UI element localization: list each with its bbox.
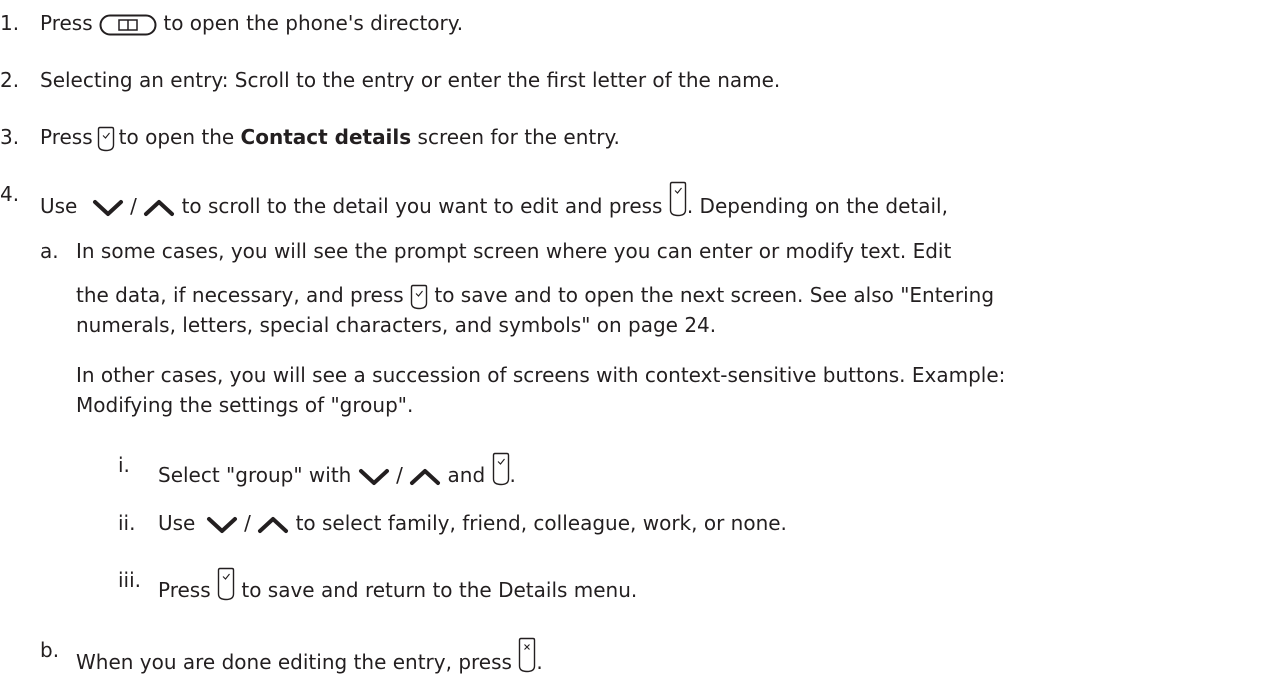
up-arrow-icon <box>409 468 441 486</box>
down-arrow-icon <box>358 468 390 486</box>
step-4-text-a: Use <box>40 194 78 218</box>
slash: / <box>244 511 251 535</box>
up-arrow-icon <box>257 516 289 534</box>
ok-key-icon <box>669 181 687 217</box>
directory-key-icon <box>99 14 157 36</box>
roman-ii-text-b: to select family, friend, colleague, wor… <box>295 511 787 535</box>
down-arrow-icon <box>206 516 238 534</box>
sub-item-letter: b. <box>40 638 60 662</box>
sub-a-line-2a: the data, if necessary, and press <box>76 283 404 307</box>
sub-item-letter: a. <box>40 239 59 263</box>
roman-i-text: Select "group" with / and . <box>158 452 516 488</box>
sub-a-line-2b: to save and to open the next screen. See… <box>434 283 995 307</box>
ok-key-icon <box>492 452 510 486</box>
slash: / <box>396 463 403 487</box>
roman-iii-text-a: Press <box>158 578 211 602</box>
sub-a-line-5: Modifying the settings of "group". <box>76 393 414 417</box>
roman-i-text-b: and <box>447 463 486 487</box>
roman-number: iii. <box>118 568 142 592</box>
sub-a-line-4: In other cases, you will see a successio… <box>76 363 1006 387</box>
roman-i-text-a: Select "group" with <box>158 463 352 487</box>
step-number: 4. <box>0 182 20 206</box>
step-1-text-b: to open the phone's directory. <box>163 11 464 35</box>
ok-key-icon <box>97 126 115 152</box>
roman-ii-text: Use / to select family, friend, colleagu… <box>158 510 787 536</box>
roman-iii-text: Press to save and return to the Details … <box>158 567 637 603</box>
step-3-text-c: screen for the entry. <box>417 125 620 149</box>
step-1-text-a: Press <box>40 11 93 35</box>
sub-a-line-2: the data, if necessary, and press to sav… <box>76 282 994 310</box>
step-number: 3. <box>0 125 20 149</box>
step-1-text: Press to open the phone's directory. <box>40 10 463 36</box>
step-4-text: Use / to scroll to the detail you want t… <box>40 181 948 219</box>
ok-key-icon <box>217 567 235 601</box>
cancel-key-icon <box>518 637 536 673</box>
step-2-text: Selecting an entry: Scroll to the entry … <box>40 68 781 92</box>
sub-a-line-3: numerals, letters, special characters, a… <box>76 313 717 337</box>
step-number: 1. <box>0 11 20 35</box>
step-number: 2. <box>0 68 20 92</box>
down-arrow-icon <box>92 199 124 217</box>
contact-details-label: Contact details <box>240 125 412 149</box>
step-3-text: Press to open the Contact details screen … <box>40 124 620 152</box>
roman-number: i. <box>118 453 130 477</box>
sub-b-text-a: When you are done editing the entry, pre… <box>76 650 512 674</box>
sub-b-text: When you are done editing the entry, pre… <box>76 637 543 675</box>
sub-b-text-b: . <box>536 650 543 674</box>
step-3-text-b: to open the <box>118 125 235 149</box>
step-3-text-a: Press <box>40 125 93 149</box>
roman-i-text-c: . <box>509 463 516 487</box>
step-4-text-c: . Depending on the detail, <box>686 194 948 218</box>
roman-iii-text-b: to save and return to the Details menu. <box>241 578 638 602</box>
sub-a-line-1: In some cases, you will see the prompt s… <box>76 239 952 263</box>
up-arrow-icon <box>143 199 175 217</box>
step-4-text-b: to scroll to the detail you want to edit… <box>181 194 663 218</box>
roman-ii-text-a: Use <box>158 511 196 535</box>
roman-number: ii. <box>118 511 136 535</box>
slash: / <box>130 194 137 218</box>
ok-key-icon <box>410 284 428 310</box>
